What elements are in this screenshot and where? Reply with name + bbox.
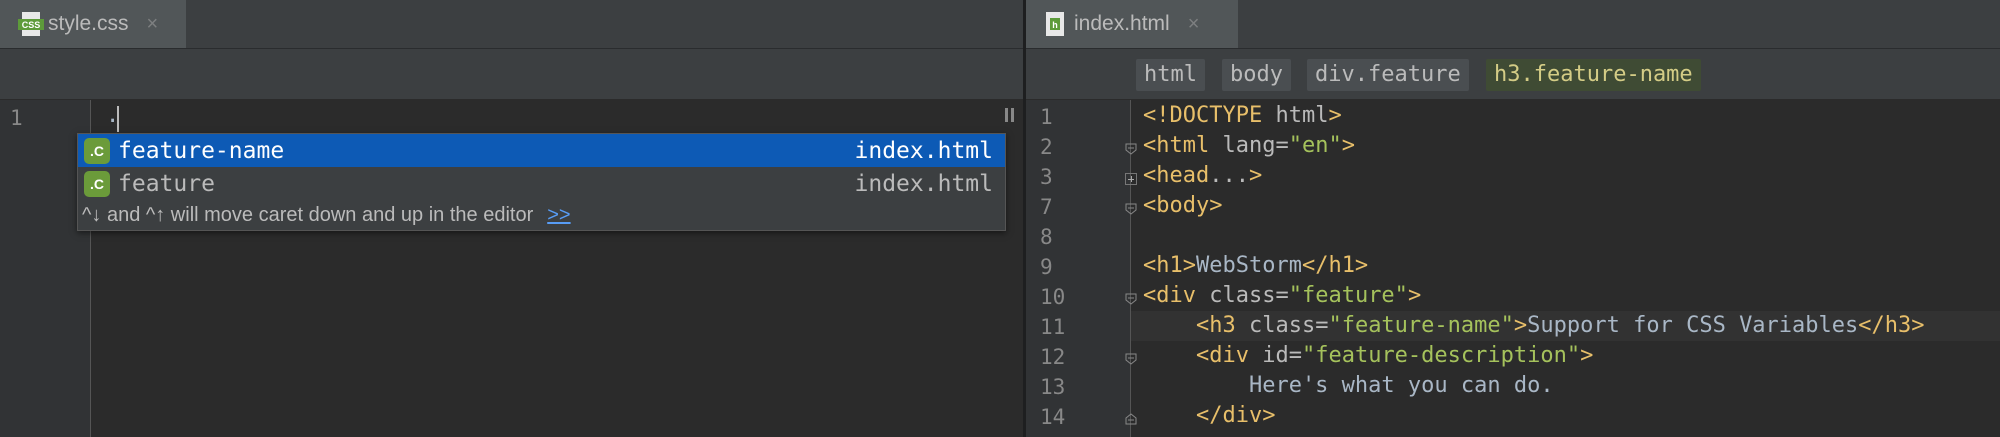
line-number: 13 <box>1040 375 1066 399</box>
close-icon[interactable]: × <box>147 13 159 36</box>
tag-token: > <box>1580 343 1594 368</box>
text-token: Here's what you can do. <box>1143 373 1554 398</box>
tag-token: > <box>1407 283 1422 308</box>
code-line: </div> <box>1143 403 1275 428</box>
tag-token: </h1> <box>1301 253 1369 278</box>
completion-item-feature[interactable]: .C feature index.html <box>78 167 1005 200</box>
line-number: 10 <box>1040 285 1066 309</box>
tag-token: <div <box>1195 343 1263 368</box>
line-number: 9 <box>1040 255 1053 279</box>
text-token: WebStorm <box>1195 253 1302 278</box>
attr-token: lang= <box>1222 133 1289 158</box>
left-tab-bar: CSS style.css × <box>0 0 1023 49</box>
breadcrumb-div-feature[interactable]: div.feature <box>1307 59 1469 91</box>
attr-token: class= <box>1248 313 1329 338</box>
css-class-icon: .C <box>84 137 110 164</box>
code-line: <head...> <box>1143 163 1262 188</box>
line-number: 14 <box>1040 405 1066 429</box>
tag-token: <head <box>1143 163 1210 188</box>
value-token: "feature-description" <box>1301 343 1581 368</box>
code-line: <body> <box>1143 193 1222 218</box>
code-line: <h1>WebStorm</h1> <box>1143 253 1368 278</box>
line-number: 8 <box>1040 225 1053 249</box>
tab-style-css[interactable]: CSS style.css × <box>0 0 186 48</box>
breadcrumb-h3-feature-name[interactable]: h3.feature-name <box>1486 59 1701 91</box>
hint-text: ^↓ and ^↑ will move caret down and up in… <box>82 203 534 226</box>
completion-item-name: feature <box>118 170 215 197</box>
code-line: <html lang="en"> <box>1143 133 1355 158</box>
tag-token: </h3> <box>1858 313 1925 338</box>
code-line: <!DOCTYPE html> <box>1143 103 1342 128</box>
attr-token: html <box>1275 103 1329 128</box>
tab-index-html[interactable]: h index.html × <box>1026 0 1238 48</box>
breadcrumb-body[interactable]: body <box>1222 59 1291 91</box>
close-icon[interactable]: × <box>1188 13 1200 36</box>
fold-collapse-icon[interactable] <box>1125 353 1137 365</box>
text-caret <box>117 106 119 132</box>
tab-label: style.css <box>48 12 129 35</box>
line-number: 3 <box>1040 165 1053 189</box>
attr-token: id= <box>1262 343 1302 368</box>
tag-token: > <box>1328 103 1342 128</box>
svg-text:CSS: CSS <box>22 20 41 30</box>
tag-token: <!DOCTYPE <box>1143 103 1276 128</box>
completion-item-feature-name[interactable]: .C feature-name index.html <box>78 134 1005 167</box>
tag-token: > <box>1341 133 1355 158</box>
completion-popup: .C feature-name index.html .C feature in… <box>77 133 1006 231</box>
fold-collapse-icon[interactable] <box>1125 203 1137 215</box>
code-line: <h3 class="feature-name">Support for CSS… <box>1143 313 1925 338</box>
value-token: "en" <box>1288 133 1342 158</box>
html-editor[interactable]: 1 <!DOCTYPE html> 2 <html lang="en"> 3 <head.… <box>1026 100 2000 437</box>
value-token: "feature" <box>1288 283 1408 308</box>
text-token: Support for CSS Variables <box>1527 313 1859 338</box>
right-tab-bar: h index.html × <box>1026 0 2000 49</box>
attr-token: ... <box>1209 163 1249 188</box>
tag-token: > <box>1248 163 1263 188</box>
breadcrumb-html[interactable]: html <box>1136 59 1205 91</box>
html-file-icon: h <box>1044 12 1066 36</box>
code-line: <div id="feature-description"> <box>1143 343 1593 368</box>
completion-item-name: feature-name <box>118 137 285 164</box>
fold-collapse-icon[interactable] <box>1125 143 1137 155</box>
attr-token: class= <box>1209 283 1289 308</box>
css-class-icon: .C <box>84 170 110 197</box>
fold-collapse-icon[interactable] <box>1125 413 1137 425</box>
completion-item-source: index.html <box>854 170 993 197</box>
line-number: 1 <box>1040 105 1053 129</box>
html-editor-pane: h index.html × html body div.feature h3.… <box>1026 0 2000 437</box>
fold-collapse-icon[interactable] <box>1125 293 1137 305</box>
tag-token: <h1> <box>1143 253 1196 278</box>
completion-hint: ^↓ and ^↑ will move caret down and up in… <box>78 200 1005 230</box>
tag-token: > <box>1513 313 1528 338</box>
value-token: "feature-name" <box>1328 313 1514 338</box>
svg-text:h: h <box>1052 20 1058 30</box>
line-number: 1 <box>10 106 23 130</box>
line-number: 2 <box>1040 135 1053 159</box>
breadcrumb: html body div.feature h3.feature-name <box>1026 49 2000 100</box>
line-number: 11 <box>1040 315 1066 339</box>
tab-label: index.html <box>1074 12 1170 35</box>
left-nav-bar <box>0 49 1023 100</box>
line-number: 12 <box>1040 345 1066 369</box>
css-file-icon: CSS <box>18 12 44 36</box>
tag-token: <div <box>1143 283 1210 308</box>
hint-more-link[interactable]: >> <box>547 204 570 227</box>
tag-token: <h3 <box>1195 313 1249 338</box>
fold-expand-icon[interactable] <box>1125 173 1137 185</box>
tag-token: </div> <box>1195 403 1276 428</box>
code-line: <div class="feature"> <box>1143 283 1421 308</box>
pause-icon <box>1005 108 1015 122</box>
tag-token: <body> <box>1143 193 1223 218</box>
line-number: 7 <box>1040 195 1053 219</box>
completion-item-source: index.html <box>854 137 993 164</box>
code-line: Here's what you can do. <box>1143 373 1554 398</box>
tag-token: <html <box>1143 133 1223 158</box>
